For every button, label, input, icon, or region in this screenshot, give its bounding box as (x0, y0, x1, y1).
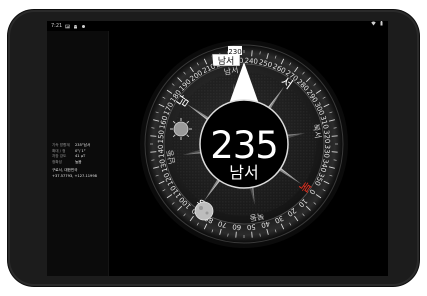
moon-icon (194, 201, 214, 221)
tick-mark (331, 135, 338, 137)
tick-mark (235, 231, 237, 238)
top-marker-degree: 230 (228, 48, 241, 56)
tick-mark (251, 50, 253, 57)
heading-direction: 남서 (229, 163, 259, 182)
tick-mark (150, 135, 157, 137)
top-marker-label: 남서 (218, 56, 235, 67)
tick-mark (150, 151, 157, 153)
tick-mark (331, 151, 338, 153)
heading-degree: 235 (210, 124, 279, 167)
tick-mark (251, 231, 253, 238)
